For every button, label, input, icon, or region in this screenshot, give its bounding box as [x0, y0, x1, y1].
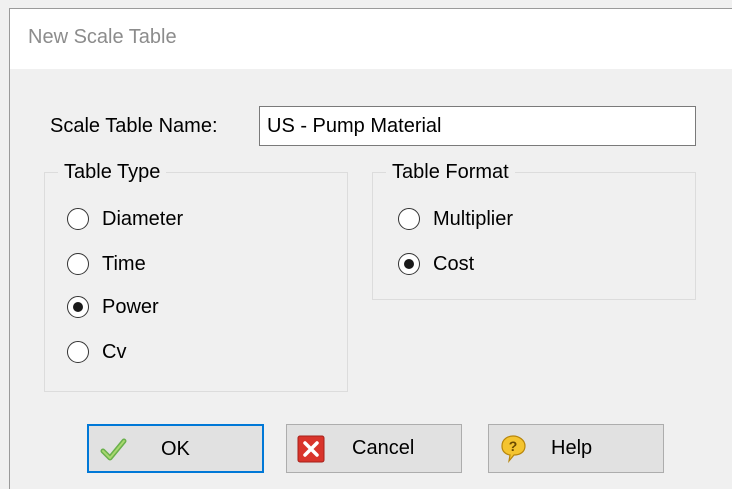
window-title: New Scale Table — [28, 26, 177, 48]
close-icon — [297, 435, 325, 463]
radio-button-multiplier[interactable] — [398, 208, 420, 230]
radio-label-multiplier: Multiplier — [433, 207, 514, 230]
ok-button[interactable]: OK — [87, 424, 264, 473]
title-bar: New Scale Table — [9, 8, 732, 69]
help-button-label: Help — [551, 437, 593, 459]
cancel-button[interactable]: Cancel — [286, 424, 462, 473]
help-button[interactable]: ? Help — [488, 424, 664, 473]
radio-time[interactable]: Time — [67, 250, 146, 278]
radio-power[interactable]: Power — [67, 293, 159, 321]
radio-multiplier[interactable]: Multiplier — [398, 205, 513, 233]
radio-cost[interactable]: Cost — [398, 250, 474, 278]
radio-button-power[interactable] — [67, 296, 89, 318]
radio-label-cv: Cv — [102, 340, 127, 363]
cancel-button-label: Cancel — [352, 437, 415, 459]
table-type-group: Table Type Diameter Time Power Cv — [44, 161, 348, 392]
radio-button-diameter[interactable] — [67, 208, 89, 230]
table-type-legend: Table Type — [58, 161, 167, 183]
table-format-legend: Table Format — [386, 161, 515, 183]
ok-button-label: OK — [161, 438, 190, 460]
radio-label-cost: Cost — [433, 252, 475, 275]
radio-label-power: Power — [102, 295, 159, 318]
checkmark-icon — [100, 438, 127, 461]
scale-table-name-input[interactable] — [259, 106, 696, 146]
radio-label-diameter: Diameter — [102, 207, 184, 230]
radio-button-time[interactable] — [67, 253, 89, 275]
radio-button-cv[interactable] — [67, 341, 89, 363]
radio-label-time: Time — [102, 252, 146, 275]
window-frame-edge — [9, 69, 10, 489]
radio-cv[interactable]: Cv — [67, 338, 126, 366]
svg-text:?: ? — [509, 438, 518, 454]
help-icon: ? — [501, 435, 526, 463]
radio-diameter[interactable]: Diameter — [67, 205, 183, 233]
radio-button-cost[interactable] — [398, 253, 420, 275]
scale-table-name-label: Scale Table Name: — [50, 115, 218, 137]
table-format-group: Table Format Multiplier Cost — [372, 161, 696, 300]
